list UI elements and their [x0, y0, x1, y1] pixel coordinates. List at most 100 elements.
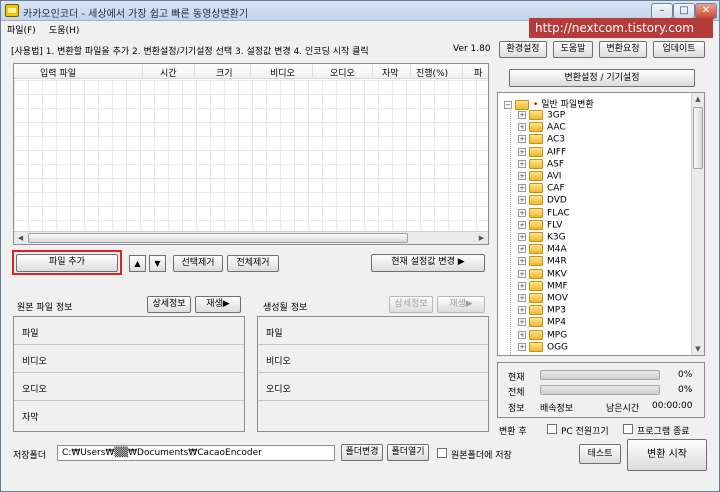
- pc-off-checkbox[interactable]: [547, 424, 557, 434]
- same-as-source-label[interactable]: 원본폴더에 저장: [451, 448, 512, 461]
- speed-info: 배속정보: [540, 404, 574, 414]
- maximize-button[interactable]: □: [673, 3, 695, 19]
- source-play-button[interactable]: 재생▶: [195, 296, 241, 313]
- tree-item-mov[interactable]: + MOV: [518, 293, 568, 305]
- expand-icon[interactable]: +: [518, 330, 526, 339]
- tree-item-label: AAC: [547, 122, 566, 133]
- column-input-file[interactable]: 입력 파일: [40, 66, 76, 79]
- collapse-icon[interactable]: −: [504, 100, 512, 109]
- close-button[interactable]: ✕: [695, 3, 717, 19]
- tree-item-aiff[interactable]: + AIFF: [518, 146, 566, 159]
- preferences-button[interactable]: 환경설정: [499, 41, 547, 58]
- tree-item-flac[interactable]: + FLAC: [518, 207, 570, 220]
- expand-icon[interactable]: +: [518, 342, 526, 351]
- update-button[interactable]: 업데이트: [653, 41, 705, 58]
- expand-icon[interactable]: +: [518, 245, 526, 254]
- tree-item-m4a[interactable]: + M4A: [518, 244, 567, 256]
- minimize-button[interactable]: –: [651, 3, 673, 19]
- file-list-table[interactable]: 입력 파일 시간 크기 비디오 오디오 자막 진행(%) 파 ◀ ▶: [13, 63, 489, 245]
- tree-item-mpg[interactable]: + MPG: [518, 329, 567, 342]
- expand-icon[interactable]: +: [518, 220, 526, 229]
- source-detail-button[interactable]: 상세정보: [147, 296, 191, 313]
- column-video[interactable]: 비디오: [270, 66, 295, 79]
- menu-file[interactable]: 파일(F): [7, 23, 36, 36]
- remove-selected-button[interactable]: 선택제거: [173, 255, 223, 272]
- start-conversion-button[interactable]: 변환 시작: [627, 439, 707, 471]
- expand-icon[interactable]: +: [518, 306, 526, 315]
- tree-item-avi[interactable]: + AVI: [518, 171, 561, 183]
- program-exit-label[interactable]: 프로그램 종료: [637, 424, 690, 437]
- table-body[interactable]: [14, 80, 488, 230]
- tree-item-caf[interactable]: + CAF: [518, 183, 565, 195]
- usage-guide: [사용법] 1. 변환할 파일을 추가 2. 변환설정/기기설정 선택 3. 설…: [11, 47, 369, 57]
- pc-off-label[interactable]: PC 전원끄기: [561, 424, 609, 437]
- move-up-button[interactable]: ▲: [129, 255, 146, 272]
- tree-item-ogg[interactable]: + OGG: [518, 341, 568, 354]
- same-as-source-checkbox[interactable]: [437, 448, 447, 458]
- format-tree[interactable]: − • 일반 파일변환 +3GP + AAC + AC3 + AIFF + ASF + AVI + CAF…: [497, 92, 705, 356]
- output-play-button[interactable]: 재생▶: [437, 296, 485, 313]
- expand-icon[interactable]: +: [518, 281, 526, 290]
- tree-root-label: 일반 파일변환: [541, 100, 594, 110]
- expand-icon[interactable]: +: [518, 208, 526, 217]
- column-subtitle[interactable]: 자막: [382, 66, 399, 79]
- tree-item-3gp[interactable]: +3GP: [518, 110, 565, 122]
- tree-root[interactable]: − • 일반 파일변환: [504, 97, 594, 110]
- column-path[interactable]: 파: [474, 66, 482, 79]
- output-audio-row: 오디오: [258, 373, 488, 401]
- tree-item-mkv[interactable]: + MKV: [518, 268, 567, 281]
- scroll-down-icon[interactable]: ▼: [692, 343, 704, 355]
- tree-item-aac[interactable]: + AAC: [518, 122, 566, 134]
- save-folder-input[interactable]: C:₩Users₩▒▒₩Documents₩CacaoEncoder: [57, 445, 335, 461]
- expand-icon[interactable]: +: [518, 135, 526, 144]
- expand-icon[interactable]: +: [518, 269, 526, 278]
- column-time[interactable]: 시간: [160, 66, 177, 79]
- scroll-thumb[interactable]: [28, 233, 408, 243]
- expand-icon[interactable]: +: [518, 184, 526, 193]
- column-size[interactable]: 크기: [216, 66, 233, 79]
- scroll-right-icon[interactable]: ▶: [475, 232, 488, 244]
- output-info-title: 생성될 정보: [263, 303, 308, 313]
- expand-icon[interactable]: +: [518, 159, 526, 168]
- tree-item-label: M4R: [547, 256, 567, 267]
- expand-icon[interactable]: +: [518, 294, 526, 302]
- output-detail-button[interactable]: 상세정보: [389, 296, 433, 313]
- change-folder-button[interactable]: 폴더변경: [341, 444, 383, 461]
- change-current-settings-button[interactable]: 현재 설정값 변경 ▶: [371, 254, 485, 272]
- expand-icon[interactable]: +: [518, 257, 526, 266]
- column-audio[interactable]: 오디오: [330, 66, 355, 79]
- tree-item-k3g[interactable]: + K3G: [518, 232, 566, 244]
- expand-icon[interactable]: +: [518, 172, 526, 180]
- help-button[interactable]: 도움말: [553, 41, 593, 58]
- tree-item-mmf[interactable]: + MMF: [518, 280, 568, 293]
- version-label: Ver 1.80: [453, 44, 491, 54]
- settings-panel-header[interactable]: 변환설정 / 기기설정: [509, 69, 695, 87]
- tree-item-dvd[interactable]: + DVD: [518, 195, 567, 207]
- open-folder-button[interactable]: 폴더열기: [387, 444, 429, 461]
- expand-icon[interactable]: +: [518, 123, 526, 132]
- tree-item-mp3[interactable]: + MP3: [518, 305, 566, 317]
- remove-all-button[interactable]: 전체제거: [227, 255, 279, 272]
- tree-item-asf[interactable]: + ASF: [518, 158, 564, 171]
- test-button[interactable]: 테스트: [579, 444, 621, 464]
- tree-item-m4r[interactable]: + M4R: [518, 256, 567, 268]
- tree-item-label: FLV: [547, 220, 563, 231]
- conversion-request-button[interactable]: 변환요청: [599, 41, 647, 58]
- move-down-button[interactable]: ▼: [149, 255, 166, 272]
- scroll-thumb[interactable]: [693, 107, 703, 169]
- column-progress[interactable]: 진행(%): [416, 66, 448, 79]
- expand-icon[interactable]: +: [518, 233, 526, 241]
- expand-icon[interactable]: +: [518, 196, 526, 205]
- expand-icon[interactable]: +: [518, 111, 526, 119]
- expand-icon[interactable]: +: [518, 318, 526, 327]
- tree-item-ac3[interactable]: + AC3: [518, 134, 565, 146]
- vertical-scrollbar[interactable]: ▲ ▼: [691, 93, 704, 355]
- horizontal-scrollbar[interactable]: ◀ ▶: [14, 231, 488, 244]
- expand-icon[interactable]: +: [518, 147, 526, 156]
- scroll-left-icon[interactable]: ◀: [14, 232, 27, 244]
- tree-item-mp4[interactable]: + MP4: [518, 317, 566, 329]
- tree-item-flv[interactable]: + FLV: [518, 219, 563, 232]
- menu-help[interactable]: 도움(H): [49, 23, 79, 36]
- scroll-up-icon[interactable]: ▲: [692, 93, 704, 105]
- program-exit-checkbox[interactable]: [623, 424, 633, 434]
